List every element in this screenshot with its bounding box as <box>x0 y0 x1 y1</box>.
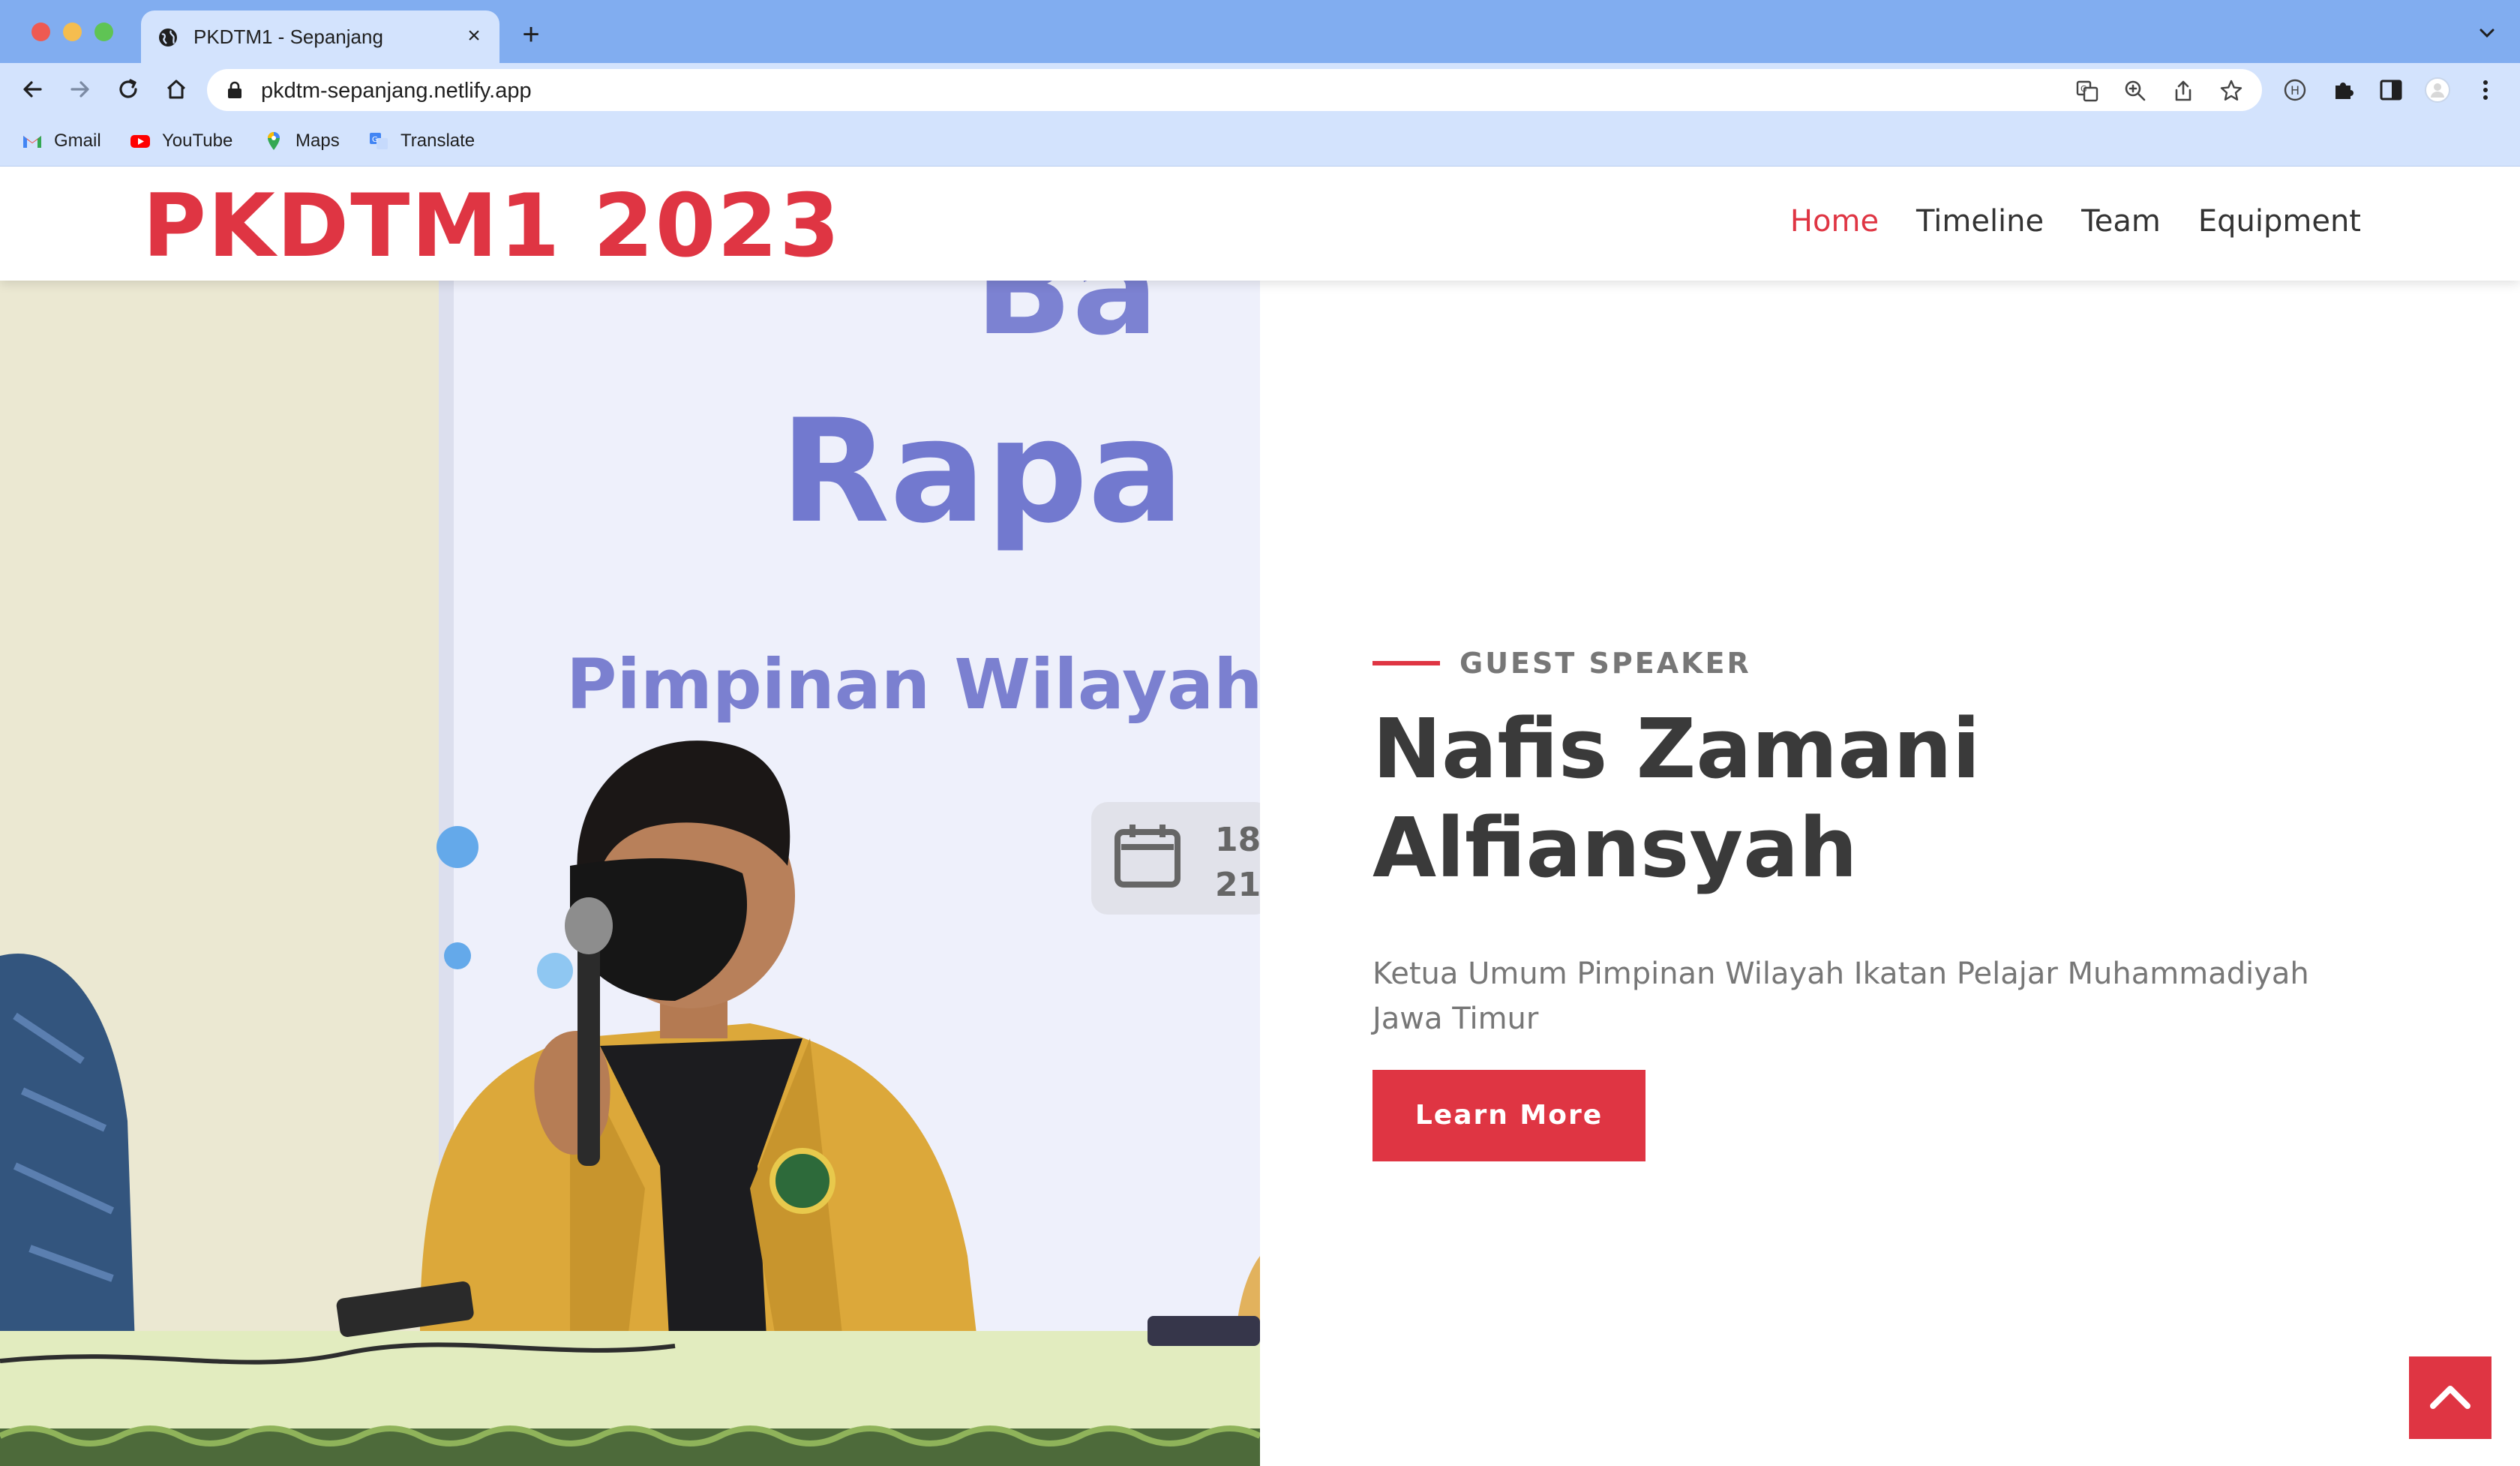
learn-more-button[interactable]: Learn More <box>1372 1070 1646 1161</box>
back-arrow-icon[interactable] <box>16 74 48 105</box>
bookmark-maps[interactable]: Maps <box>262 126 340 156</box>
speaker-role: Ketua Umum Pimpinan Wilayah Ikatan Pelaj… <box>1372 957 2309 1036</box>
banner-text-line1: Ba <box>975 281 1158 364</box>
eyebrow: GUEST SPEAKER <box>1372 647 2362 680</box>
webpage: PKDTM1 2023 Home Timeline Team Equipment… <box>0 167 2520 1466</box>
youtube-icon <box>130 135 150 148</box>
hero-content: GUEST SPEAKER Nafis Zamani Alfiansyah Ke… <box>1372 647 2362 1161</box>
bookmark-gmail[interactable]: Gmail <box>21 126 101 156</box>
browser-toolbar: pkdtm-sepanjang.netlify.app G H <box>0 63 2520 116</box>
site-logo[interactable]: PKDTM1 2023 <box>142 183 842 270</box>
profile-avatar-icon[interactable] <box>2424 77 2451 104</box>
speaker-photo: Ba Rapa Pimpinan Wilayah 18 21 <box>0 281 1260 1466</box>
star-bookmark-icon[interactable] <box>2218 78 2244 104</box>
maps-icon <box>268 132 280 150</box>
chevron-up-icon <box>2430 1386 2470 1409</box>
nav-team[interactable]: Team <box>2081 204 2161 239</box>
lock-icon[interactable] <box>226 81 243 99</box>
side-panel-icon[interactable] <box>2378 77 2404 104</box>
speaker-name: Nafis Zamani Alfiansyah <box>1372 701 1981 896</box>
bookmark-label: Maps <box>296 131 340 151</box>
translate-icon: G <box>370 133 388 149</box>
banner-date-1: 18 <box>1215 821 1260 859</box>
banner-text-line2: Rapa <box>780 389 1184 554</box>
browser-tab-active[interactable]: PKDTM1 - Sepanjang × <box>141 11 500 63</box>
bookmark-translate[interactable]: G Translate <box>368 126 475 156</box>
svg-text:G: G <box>372 136 378 144</box>
puzzle-extensions-icon[interactable] <box>2330 77 2356 104</box>
globe-icon <box>159 29 177 47</box>
eyebrow-label: GUEST SPEAKER <box>1460 647 1751 680</box>
banner-text-line3: Pimpinan Wilayah <box>566 644 1260 725</box>
maximize-window-button[interactable] <box>94 23 113 41</box>
zoom-icon[interactable] <box>2122 78 2148 104</box>
share-icon[interactable] <box>2170 78 2196 104</box>
url-text[interactable]: pkdtm-sepanjang.netlify.app <box>261 79 532 104</box>
gmail-icon <box>23 136 41 148</box>
chevron-down-icon[interactable] <box>2475 21 2499 45</box>
tab-close-button[interactable]: × <box>460 23 488 50</box>
banner-date-2: 21 <box>1215 866 1260 904</box>
bookmark-youtube[interactable]: YouTube <box>129 126 232 156</box>
bookmarks-bar: Gmail YouTube Maps G Translate <box>0 116 2520 167</box>
eyebrow-divider <box>1372 661 1440 665</box>
back-to-top-button[interactable] <box>2409 1356 2492 1439</box>
tab-title: PKDTM1 - Sepanjang <box>194 26 383 48</box>
kebab-menu-icon[interactable] <box>2472 77 2499 104</box>
close-window-button[interactable] <box>32 23 50 41</box>
minimize-window-button[interactable] <box>63 23 82 41</box>
extension-h-icon[interactable]: H <box>2282 77 2308 104</box>
nav-timeline[interactable]: Timeline <box>1916 204 2044 239</box>
reload-icon[interactable] <box>112 74 144 105</box>
svg-text:G: G <box>2080 84 2087 94</box>
new-tab-button[interactable]: + <box>514 18 548 51</box>
home-icon[interactable] <box>160 74 192 105</box>
nav-home[interactable]: Home <box>1790 204 1879 239</box>
bookmark-label: Gmail <box>54 131 101 151</box>
svg-text:H: H <box>2290 83 2300 98</box>
forward-arrow-icon[interactable] <box>64 74 96 105</box>
translate-page-icon[interactable]: G <box>2074 78 2100 104</box>
bookmark-label: YouTube <box>162 131 233 151</box>
main-nav: Home Timeline Team Equipment <box>1790 204 2361 239</box>
address-bar[interactable]: pkdtm-sepanjang.netlify.app G <box>207 69 2262 111</box>
bookmark-label: Translate <box>400 131 476 151</box>
nav-equipment[interactable]: Equipment <box>2198 204 2361 239</box>
browser-tab-strip: PKDTM1 - Sepanjang × + <box>0 0 2520 63</box>
site-header: PKDTM1 2023 Home Timeline Team Equipment <box>0 167 2520 281</box>
